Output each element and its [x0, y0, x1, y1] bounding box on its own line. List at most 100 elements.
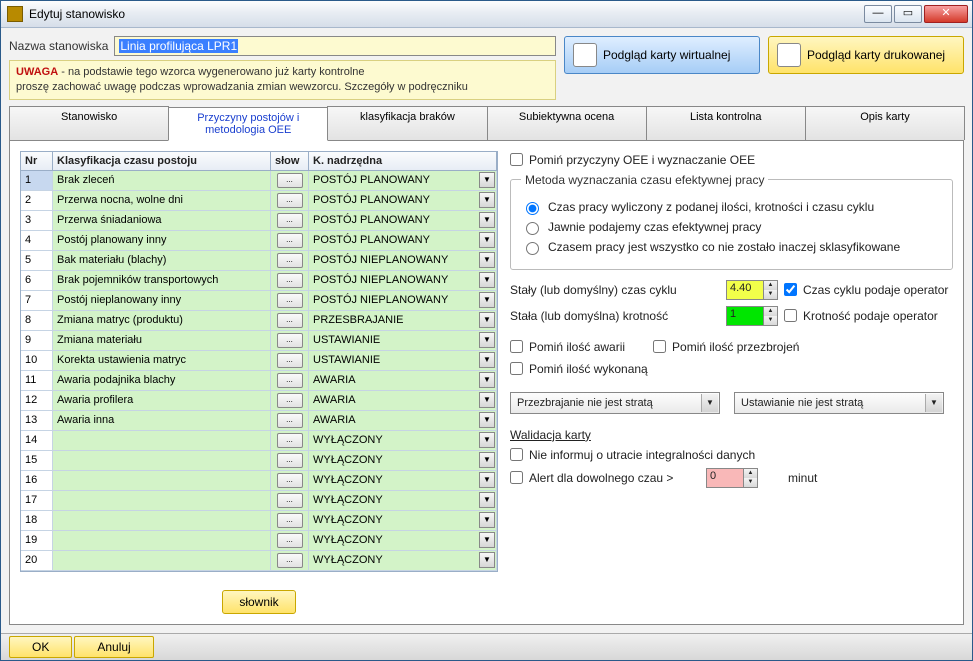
- maximize-button[interactable]: ▭: [894, 5, 922, 23]
- table-row[interactable]: 6Brak pojemników transportowych...POSTÓJ…: [21, 271, 497, 291]
- cell-klas[interactable]: Brak pojemników transportowych: [53, 271, 271, 290]
- cell-knad[interactable]: POSTÓJ PLANOWANY▼: [309, 211, 497, 230]
- skip-fail-checkbox[interactable]: Pomiń ilość awarii: [510, 340, 625, 354]
- table-row[interactable]: 8Zmiana matryc (produktu)...PRZESBRAJANI…: [21, 311, 497, 331]
- dict-pick-button[interactable]: ...: [277, 233, 303, 248]
- mult-input[interactable]: 1 ▲▼: [726, 306, 778, 326]
- dict-pick-button[interactable]: ...: [277, 193, 303, 208]
- table-row[interactable]: 17...WYŁĄCZONY▼: [21, 491, 497, 511]
- cell-klas[interactable]: Bak materiału (blachy): [53, 251, 271, 270]
- cell-knad[interactable]: USTAWIANIE▼: [309, 351, 497, 370]
- dict-pick-button[interactable]: ...: [277, 513, 303, 528]
- chevron-down-icon[interactable]: ▼: [479, 552, 495, 568]
- cell-knad[interactable]: WYŁĄCZONY▼: [309, 431, 497, 450]
- cell-klas[interactable]: [53, 431, 271, 450]
- dict-pick-button[interactable]: ...: [277, 293, 303, 308]
- col-header-slow[interactable]: słow: [271, 152, 309, 170]
- table-row[interactable]: 7Postój nieplanowany inny...POSTÓJ NIEPL…: [21, 291, 497, 311]
- chevron-down-icon[interactable]: ▼: [479, 312, 495, 328]
- cell-knad[interactable]: USTAWIANIE▼: [309, 331, 497, 350]
- cell-knad[interactable]: WYŁĄCZONY▼: [309, 511, 497, 530]
- valid-integrity-checkbox[interactable]: Nie informuj o utracie integralności dan…: [510, 448, 953, 462]
- dict-pick-button[interactable]: ...: [277, 333, 303, 348]
- table-row[interactable]: 5Bak materiału (blachy)...POSTÓJ NIEPLAN…: [21, 251, 497, 271]
- cell-knad[interactable]: PRZESBRAJANIE▼: [309, 311, 497, 330]
- dict-pick-button[interactable]: ...: [277, 473, 303, 488]
- cancel-button[interactable]: Anuluj: [74, 636, 153, 658]
- cell-knad[interactable]: POSTÓJ PLANOWANY▼: [309, 191, 497, 210]
- spin-down-icon[interactable]: ▼: [763, 316, 777, 325]
- tab-3[interactable]: Subiektywna ocena: [487, 106, 647, 140]
- table-row[interactable]: 14...WYŁĄCZONY▼: [21, 431, 497, 451]
- preview-virtual-button[interactable]: Podgląd karty wirtualnej: [564, 36, 760, 74]
- col-header-knad[interactable]: K. nadrzędna: [309, 152, 497, 170]
- cell-knad[interactable]: WYŁĄCZONY▼: [309, 551, 497, 570]
- valid-alert-checkbox[interactable]: Alert dla dowolnego czau >: [510, 471, 700, 485]
- table-row[interactable]: 2Przerwa nocna, wolne dni...POSTÓJ PLANO…: [21, 191, 497, 211]
- chevron-down-icon[interactable]: ▼: [479, 352, 495, 368]
- table-row[interactable]: 1Brak zleceń...POSTÓJ PLANOWANY▼: [21, 171, 497, 191]
- dict-pick-button[interactable]: ...: [277, 413, 303, 428]
- chevron-down-icon[interactable]: ▼: [479, 332, 495, 348]
- cell-klas[interactable]: [53, 511, 271, 530]
- cell-klas[interactable]: Przerwa śniadaniowa: [53, 211, 271, 230]
- dict-pick-button[interactable]: ...: [277, 353, 303, 368]
- chevron-down-icon[interactable]: ▼: [479, 172, 495, 188]
- cell-klas[interactable]: Awaria inna: [53, 411, 271, 430]
- cell-klas[interactable]: Postój planowany inny: [53, 231, 271, 250]
- spin-up-icon[interactable]: ▲: [763, 307, 777, 316]
- dict-pick-button[interactable]: ...: [277, 533, 303, 548]
- minimize-button[interactable]: —: [864, 5, 892, 23]
- chevron-down-icon[interactable]: ▼: [479, 292, 495, 308]
- tab-5[interactable]: Opis karty: [805, 106, 965, 140]
- dict-pick-button[interactable]: ...: [277, 553, 303, 568]
- table-row[interactable]: 19...WYŁĄCZONY▼: [21, 531, 497, 551]
- close-button[interactable]: ✕: [924, 5, 968, 23]
- cell-knad[interactable]: POSTÓJ PLANOWANY▼: [309, 171, 497, 190]
- dict-pick-button[interactable]: ...: [277, 433, 303, 448]
- cell-knad[interactable]: WYŁĄCZONY▼: [309, 491, 497, 510]
- cell-knad[interactable]: POSTÓJ NIEPLANOWANY▼: [309, 291, 497, 310]
- cell-klas[interactable]: Awaria podajnika blachy: [53, 371, 271, 390]
- dict-pick-button[interactable]: ...: [277, 493, 303, 508]
- chevron-down-icon[interactable]: ▼: [479, 472, 495, 488]
- skip-change-checkbox[interactable]: Pomiń ilość przezbrojeń: [653, 340, 799, 354]
- tab-4[interactable]: Lista kontrolna: [646, 106, 806, 140]
- table-row[interactable]: 4Postój planowany inny...POSTÓJ PLANOWAN…: [21, 231, 497, 251]
- table-row[interactable]: 3Przerwa śniadaniowa...POSTÓJ PLANOWANY▼: [21, 211, 497, 231]
- table-row[interactable]: 20...WYŁĄCZONY▼: [21, 551, 497, 571]
- cell-knad[interactable]: WYŁĄCZONY▼: [309, 451, 497, 470]
- preview-print-button[interactable]: Podgląd karty drukowanej: [768, 36, 964, 74]
- cell-klas[interactable]: Zmiana matryc (produktu): [53, 311, 271, 330]
- dict-pick-button[interactable]: ...: [277, 273, 303, 288]
- cell-klas[interactable]: Awaria profilera: [53, 391, 271, 410]
- dict-pick-button[interactable]: ...: [277, 453, 303, 468]
- cell-knad[interactable]: AWARIA▼: [309, 411, 497, 430]
- chevron-down-icon[interactable]: ▼: [479, 212, 495, 228]
- method-radio-1[interactable]: Jawnie podajemy czas efektywnej pracy: [521, 219, 942, 235]
- table-row[interactable]: 15...WYŁĄCZONY▼: [21, 451, 497, 471]
- chevron-down-icon[interactable]: ▼: [479, 392, 495, 408]
- cycle-input[interactable]: 4.40 ▲▼: [726, 280, 778, 300]
- table-row[interactable]: 18...WYŁĄCZONY▼: [21, 511, 497, 531]
- dict-pick-button[interactable]: ...: [277, 253, 303, 268]
- dict-pick-button[interactable]: ...: [277, 393, 303, 408]
- slownik-button[interactable]: słownik: [222, 590, 295, 614]
- dict-pick-button[interactable]: ...: [277, 313, 303, 328]
- dict-pick-button[interactable]: ...: [277, 213, 303, 228]
- dict-pick-button[interactable]: ...: [277, 373, 303, 388]
- spin-down-icon[interactable]: ▼: [763, 290, 777, 299]
- method-radio-0[interactable]: Czas pracy wyliczony z podanej ilości, k…: [521, 199, 942, 215]
- chevron-down-icon[interactable]: ▼: [479, 372, 495, 388]
- table-row[interactable]: 11Awaria podajnika blachy...AWARIA▼: [21, 371, 497, 391]
- method-radio-2[interactable]: Czasem pracy jest wszystko co nie został…: [521, 239, 942, 255]
- tab-1[interactable]: Przyczyny postojów i metodologia OEE: [168, 107, 328, 141]
- cell-klas[interactable]: [53, 451, 271, 470]
- cell-klas[interactable]: Zmiana materiału: [53, 331, 271, 350]
- table-row[interactable]: 16...WYŁĄCZONY▼: [21, 471, 497, 491]
- cell-klas[interactable]: [53, 531, 271, 550]
- chevron-down-icon[interactable]: ▼: [479, 432, 495, 448]
- spin-down-icon[interactable]: ▼: [743, 478, 757, 487]
- cell-klas[interactable]: [53, 491, 271, 510]
- cycle-operator-checkbox[interactable]: Czas cyklu podaje operator: [784, 283, 948, 297]
